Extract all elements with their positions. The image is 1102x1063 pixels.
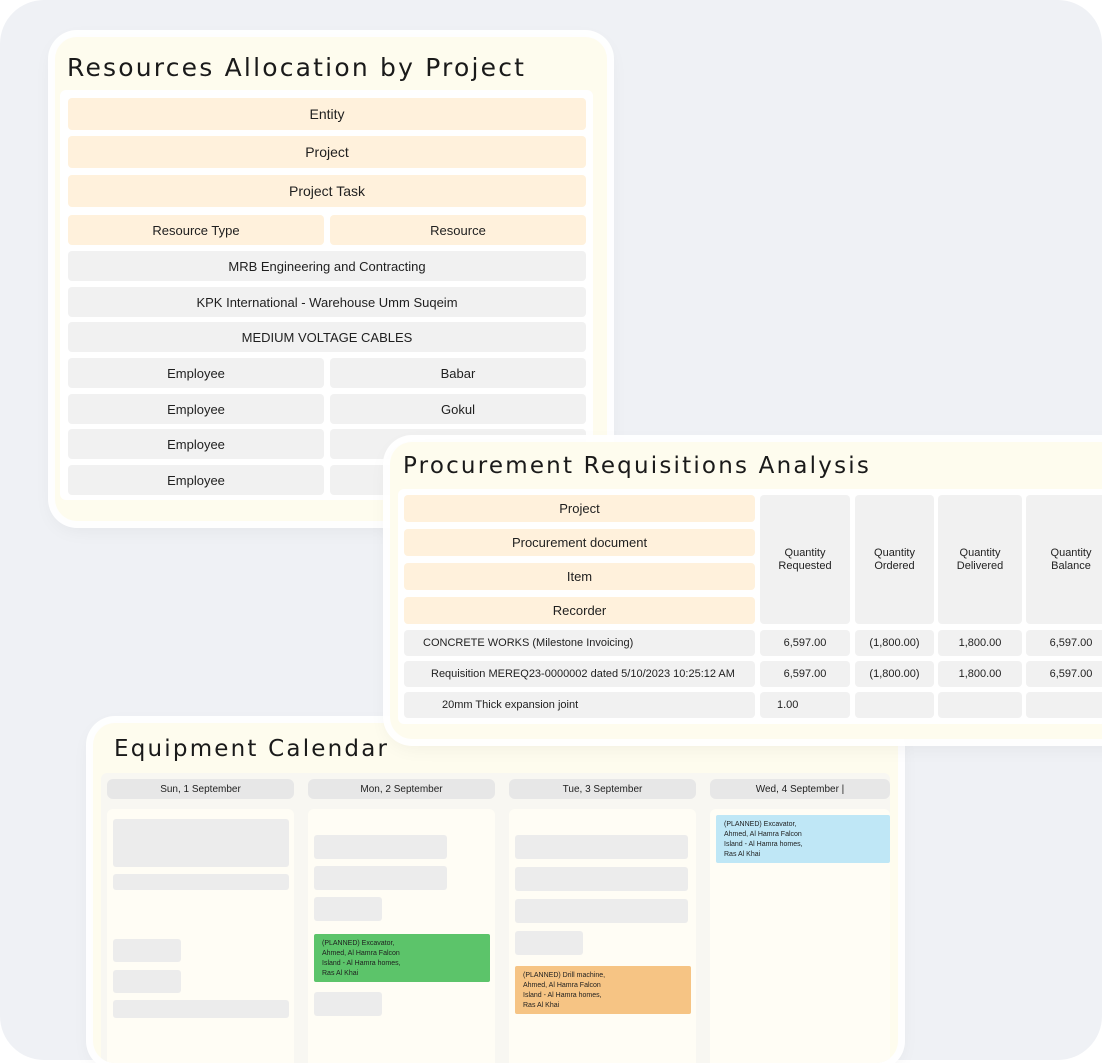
day-column-tue[interactable]: (PLANNED) Drill machine, Ahmed, Al Hamra… — [509, 809, 696, 1063]
quantity-balance-header[interactable]: Quantity Balance — [1026, 495, 1102, 624]
day-column-sun[interactable] — [107, 809, 294, 1063]
resources-table: Entity Project Project Task Resource Typ… — [60, 90, 593, 500]
entity-header[interactable]: Entity — [68, 98, 586, 130]
procurement-requisitions-title: Procurement Requisitions Analysis — [403, 453, 872, 479]
quantity-requested-cell: 6,597.00 — [760, 661, 850, 687]
equipment-calendar-title: Equipment Calendar — [114, 736, 390, 762]
event-line: (PLANNED) Excavator, — [322, 940, 395, 947]
item-row-label[interactable]: 20mm Thick expansion joint — [404, 692, 755, 718]
quantity-balance-cell: 6,597.00 — [1026, 661, 1102, 687]
event-line: Island - Al Hamra homes, — [523, 992, 602, 999]
event-line: Ahmed, Al Hamra Falcon — [322, 950, 400, 957]
project-header[interactable]: Project — [68, 136, 586, 168]
quantity-ordered-header[interactable]: Quantity Ordered — [855, 495, 934, 624]
resource-type-cell: Employee — [68, 465, 324, 495]
day-header-sun[interactable]: Sun, 1 September — [107, 779, 294, 799]
resource-type-header[interactable]: Resource Type — [68, 215, 324, 245]
event-line: Ras Al Khai — [724, 851, 761, 858]
event-line: Island - Al Hamra homes, — [322, 960, 401, 967]
event-line: Ahmed, Al Hamra Falcon — [523, 982, 601, 989]
skeleton-block — [113, 874, 289, 890]
resource-type-cell: Employee — [68, 358, 324, 388]
col-hdr-line: Ordered — [874, 559, 915, 572]
col-hdr-line: Balance — [1051, 559, 1091, 572]
skeleton-block — [314, 992, 382, 1016]
quantity-requested-cell: 6,597.00 — [760, 630, 850, 656]
skeleton-block — [515, 867, 688, 891]
event-line: (PLANNED) Drill machine, — [523, 972, 606, 979]
day-header-tue[interactable]: Tue, 3 September — [509, 779, 696, 799]
project-task-header[interactable]: Project Task — [68, 175, 586, 207]
procurement-table: Project Procurement document Item Record… — [398, 489, 1102, 724]
project-group-header[interactable]: Project — [404, 495, 755, 522]
col-hdr-line: Requested — [778, 559, 832, 572]
day-header-mon[interactable]: Mon, 2 September — [308, 779, 495, 799]
skeleton-block — [113, 970, 181, 993]
quantity-delivered-cell: 1,800.00 — [938, 630, 1022, 656]
skeleton-block — [515, 899, 688, 923]
quantity-balance-cell: 6,597.00 — [1026, 630, 1102, 656]
recorder-group-header[interactable]: Recorder — [404, 597, 755, 624]
quantity-balance-cell — [1026, 692, 1102, 718]
project-row[interactable]: KPK International - Warehouse Umm Suqeim — [68, 287, 586, 317]
event-line: (PLANNED) Excavator, — [724, 821, 797, 828]
skeleton-block — [113, 939, 181, 962]
col-hdr-line: Quantity — [1050, 546, 1092, 559]
col-hdr-line: Quantity — [784, 546, 826, 559]
quantity-ordered-cell: (1,800.00) — [855, 661, 934, 687]
skeleton-block — [314, 835, 447, 859]
event-line: Ras Al Khai — [523, 1002, 560, 1009]
resource-cell: Gokul — [330, 394, 586, 424]
quantity-requested-cell: 1.00 — [760, 692, 850, 718]
item-group-header[interactable]: Item — [404, 563, 755, 590]
day-column-wed[interactable]: (PLANNED) Excavator, Ahmed, Al Hamra Fal… — [710, 809, 890, 1063]
quantity-ordered-cell: (1,800.00) — [855, 630, 934, 656]
resource-type-cell: Employee — [68, 394, 324, 424]
quantity-delivered-cell: 1,800.00 — [938, 661, 1022, 687]
skeleton-block — [314, 897, 382, 921]
resources-allocation-title: Resources Allocation by Project — [67, 53, 527, 82]
task-row[interactable]: MEDIUM VOLTAGE CABLES — [68, 322, 586, 352]
quantity-ordered-cell — [855, 692, 934, 718]
resource-cell: Babar — [330, 358, 586, 388]
skeleton-block — [113, 1000, 289, 1018]
day-header-wed[interactable]: Wed, 4 September | — [710, 779, 890, 799]
quantity-delivered-cell — [938, 692, 1022, 718]
calendar-grid: Sun, 1 September Mon, 2 September Tue, 3… — [101, 773, 890, 1063]
col-hdr-line: Quantity — [959, 546, 1001, 559]
calendar-event-drill-machine[interactable]: (PLANNED) Drill machine, Ahmed, Al Hamra… — [515, 966, 691, 1014]
resource-type-cell: Employee — [68, 429, 324, 459]
calendar-event-excavator[interactable]: (PLANNED) Excavator, Ahmed, Al Hamra Fal… — [716, 815, 890, 863]
col-hdr-line: Quantity — [874, 546, 915, 559]
day-column-mon[interactable]: (PLANNED) Excavator, Ahmed, Al Hamra Fal… — [308, 809, 495, 1063]
skeleton-block — [515, 835, 688, 859]
resource-header[interactable]: Resource — [330, 215, 586, 245]
col-hdr-line: Delivered — [956, 559, 1004, 572]
entity-row[interactable]: MRB Engineering and Contracting — [68, 251, 586, 281]
skeleton-block — [314, 866, 447, 890]
quantity-requested-header[interactable]: Quantity Requested — [760, 495, 850, 624]
event-line: Ahmed, Al Hamra Falcon — [724, 831, 802, 838]
skeleton-block — [113, 819, 289, 867]
event-line: Ras Al Khai — [322, 970, 359, 977]
quantity-delivered-header[interactable]: Quantity Delivered — [938, 495, 1022, 624]
procurement-requisitions-card: Procurement Requisitions Analysis Projec… — [390, 442, 1102, 739]
procurement-document-group-header[interactable]: Procurement document — [404, 529, 755, 556]
skeleton-block — [515, 931, 583, 955]
calendar-event-excavator[interactable]: (PLANNED) Excavator, Ahmed, Al Hamra Fal… — [314, 934, 490, 982]
equipment-calendar-card: Equipment Calendar Sun, 1 September Mon,… — [93, 723, 898, 1063]
project-row-label[interactable]: CONCRETE WORKS (Milestone Invoicing) — [404, 630, 755, 656]
event-line: Island - Al Hamra homes, — [724, 841, 803, 848]
requisition-row-label[interactable]: Requisition MEREQ23-0000002 dated 5/10/2… — [404, 661, 755, 687]
